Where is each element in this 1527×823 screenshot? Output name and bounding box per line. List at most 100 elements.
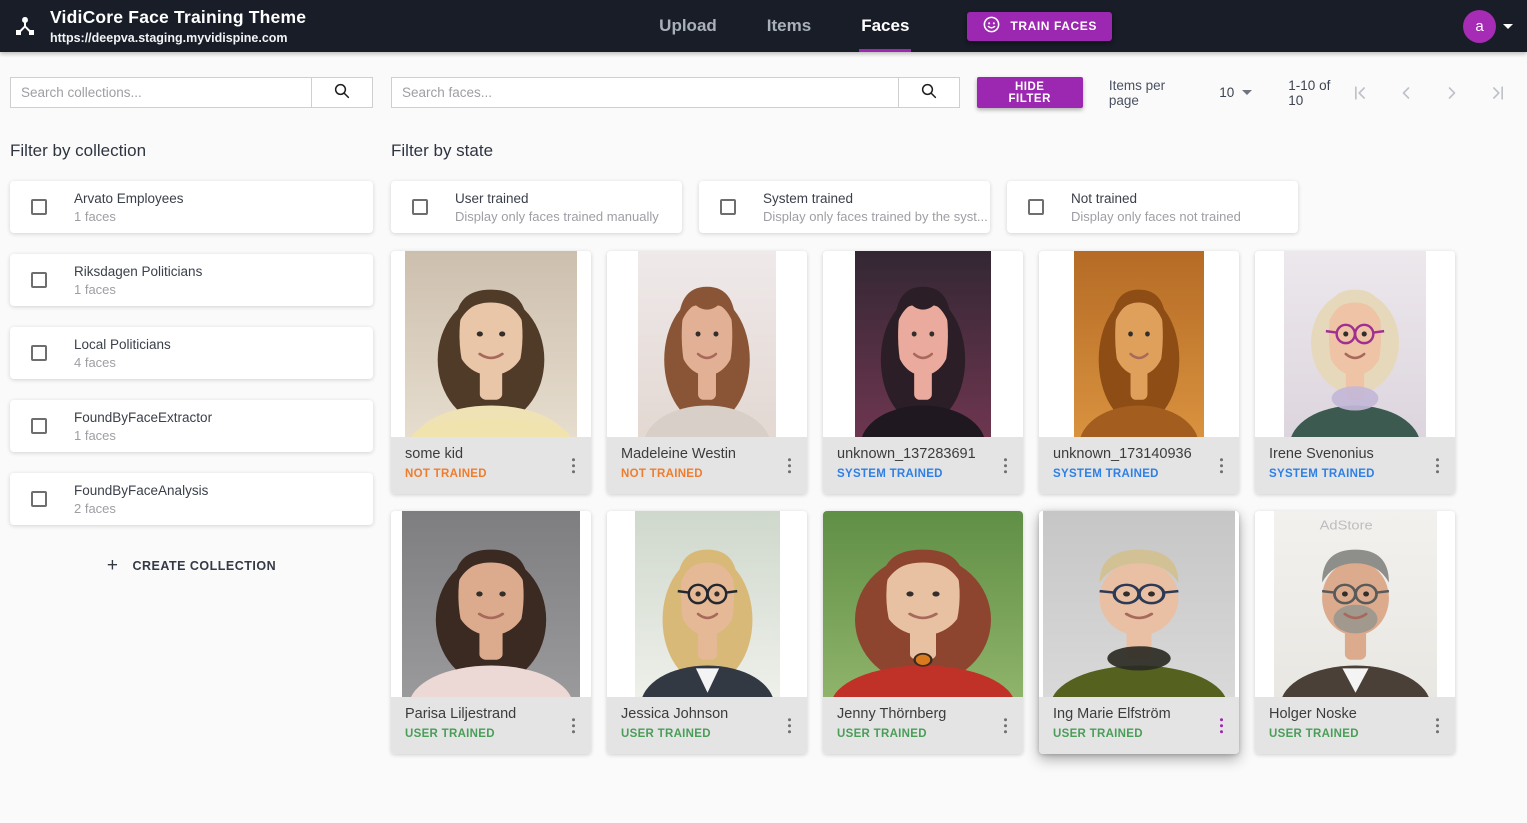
face-card[interactable]: Irene Svenonius SYSTEM TRAINED <box>1255 251 1455 494</box>
face-card[interactable]: Jessica Johnson USER TRAINED <box>607 511 807 754</box>
collection-count: 4 faces <box>74 355 171 370</box>
state-checkbox[interactable] <box>412 199 428 215</box>
collection-checkbox[interactable] <box>31 491 47 507</box>
device-hub-icon <box>13 14 37 38</box>
collection-checkbox[interactable] <box>31 199 47 215</box>
nav-faces[interactable]: Faces <box>859 0 911 52</box>
prev-page-icon[interactable] <box>1394 81 1418 105</box>
face-name: Parisa Liljestrand <box>405 706 581 722</box>
kebab-menu-icon[interactable] <box>1216 454 1228 478</box>
search-collections-input[interactable] <box>10 77 311 108</box>
create-collection-button[interactable]: + CREATE COLLECTION <box>97 550 286 581</box>
face-card[interactable]: some kid NOT TRAINED <box>391 251 591 494</box>
face-photo <box>1039 511 1239 697</box>
face-card[interactable]: unknown_137283691 SYSTEM TRAINED <box>823 251 1023 494</box>
kebab-menu-icon[interactable] <box>568 714 580 738</box>
kebab-menu-icon[interactable] <box>1432 714 1444 738</box>
face-card[interactable]: Parisa Liljestrand USER TRAINED <box>391 511 591 754</box>
search-icon <box>333 82 351 103</box>
next-page-icon[interactable] <box>1440 81 1464 105</box>
collection-checkbox[interactable] <box>31 272 47 288</box>
create-collection-label: CREATE COLLECTION <box>132 559 276 573</box>
state-filter-card[interactable]: System trained Display only faces traine… <box>699 181 990 233</box>
face-name: unknown_173140936 <box>1053 446 1229 462</box>
collection-checkbox[interactable] <box>31 418 47 434</box>
app-url: https://deepva.staging.myvidispine.com <box>50 31 306 45</box>
kebab-menu-icon[interactable] <box>784 454 796 478</box>
app-header: VidiCore Face Training Theme https://dee… <box>0 0 1527 52</box>
collection-checkbox[interactable] <box>31 345 47 361</box>
face-card[interactable]: Ing Marie Elfström USER TRAINED <box>1039 511 1239 754</box>
face-photo <box>823 251 1023 437</box>
kebab-menu-icon[interactable] <box>1000 454 1012 478</box>
search-faces-input[interactable] <box>391 77 898 108</box>
items-per-page-value: 10 <box>1219 85 1234 100</box>
state-title: User trained <box>455 191 659 206</box>
state-checkbox[interactable] <box>720 199 736 215</box>
face-status-badge: USER TRAINED <box>837 728 1013 740</box>
face-photo: AdStore <box>1255 511 1455 697</box>
state-title: System trained <box>763 191 988 206</box>
collection-card[interactable]: Riksdagen Politicians 1 faces <box>10 254 373 306</box>
nav-items[interactable]: Items <box>765 0 813 52</box>
page-body: Filter by collection Arvato Employees 1 … <box>0 108 1527 754</box>
face-status-badge: NOT TRAINED <box>621 468 797 480</box>
face-name: some kid <box>405 446 581 462</box>
collection-card[interactable]: Arvato Employees 1 faces <box>10 181 373 233</box>
face-photo <box>607 251 807 437</box>
face-status-badge: USER TRAINED <box>1053 728 1229 740</box>
collection-name: Arvato Employees <box>74 191 184 206</box>
state-filter-card[interactable]: Not trained Display only faces not train… <box>1007 181 1298 233</box>
first-page-icon[interactable] <box>1348 81 1372 105</box>
face-grid: some kid NOT TRAINED Madeleine Westin NO… <box>391 251 1510 754</box>
app-title: VidiCore Face Training Theme <box>50 7 306 28</box>
collection-card[interactable]: FoundByFaceExtractor 1 faces <box>10 400 373 452</box>
collection-card[interactable]: FoundByFaceAnalysis 2 faces <box>10 473 373 525</box>
collections-heading: Filter by collection <box>10 141 373 161</box>
hide-filter-button[interactable]: HIDE FILTER <box>977 77 1083 108</box>
toolbar: HIDE FILTER Items per page 10 1-10 of 10 <box>0 52 1527 108</box>
plus-icon: + <box>107 556 119 575</box>
kebab-menu-icon[interactable] <box>568 454 580 478</box>
face-card[interactable]: Madeleine Westin NOT TRAINED <box>607 251 807 494</box>
state-subtitle: Display only faces not trained <box>1071 209 1241 224</box>
face-status-badge: USER TRAINED <box>621 728 797 740</box>
faces-main: Filter by state User trained Display onl… <box>391 108 1510 754</box>
face-name: Madeleine Westin <box>621 446 797 462</box>
state-filter-heading: Filter by state <box>391 141 1510 161</box>
last-page-icon[interactable] <box>1486 81 1510 105</box>
kebab-menu-icon[interactable] <box>1432 454 1444 478</box>
face-status-badge: SYSTEM TRAINED <box>1269 468 1445 480</box>
face-icon <box>982 15 1001 37</box>
train-faces-button[interactable]: TRAIN FACES <box>967 12 1112 41</box>
collection-card[interactable]: Local Politicians 4 faces <box>10 327 373 379</box>
state-filter-card[interactable]: User trained Display only faces trained … <box>391 181 682 233</box>
kebab-menu-icon[interactable] <box>1216 714 1228 738</box>
state-subtitle: Display only faces trained by the syst..… <box>763 209 988 224</box>
collection-count: 1 faces <box>74 282 202 297</box>
face-status-badge: NOT TRAINED <box>405 468 581 480</box>
collections-search-group <box>10 77 373 108</box>
nav-upload[interactable]: Upload <box>657 0 719 52</box>
face-status-badge: USER TRAINED <box>405 728 581 740</box>
face-name: Irene Svenonius <box>1269 446 1445 462</box>
state-checkbox[interactable] <box>1028 199 1044 215</box>
collections-sidebar: Filter by collection Arvato Employees 1 … <box>10 108 373 754</box>
face-card[interactable]: AdStore Holger Noske USER TRAINED <box>1255 511 1455 754</box>
state-title: Not trained <box>1071 191 1241 206</box>
face-card[interactable]: Jenny Thörnberg USER TRAINED <box>823 511 1023 754</box>
svg-text:AdStore: AdStore <box>1319 518 1372 532</box>
train-faces-label: TRAIN FACES <box>1010 19 1097 33</box>
pagination-controls <box>1348 81 1510 105</box>
account-menu[interactable]: a <box>1463 10 1513 43</box>
items-per-page-select[interactable]: 10 <box>1219 85 1252 100</box>
face-photo <box>1255 251 1455 437</box>
search-faces-button[interactable] <box>898 77 960 108</box>
avatar[interactable]: a <box>1463 10 1496 43</box>
kebab-menu-icon[interactable] <box>1000 714 1012 738</box>
collection-count: 1 faces <box>74 428 212 443</box>
search-collections-button[interactable] <box>311 77 373 108</box>
face-card[interactable]: unknown_173140936 SYSTEM TRAINED <box>1039 251 1239 494</box>
search-icon <box>920 82 938 103</box>
kebab-menu-icon[interactable] <box>784 714 796 738</box>
